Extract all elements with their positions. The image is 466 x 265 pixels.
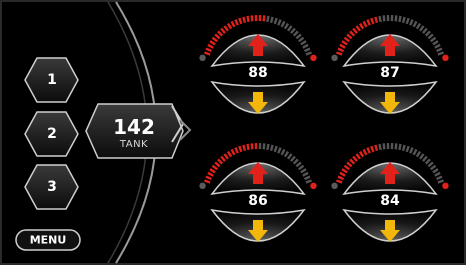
gauge-tick <box>394 15 398 22</box>
status-dot-icon <box>331 54 338 62</box>
status-dot-icon <box>310 182 317 190</box>
gauge-tick <box>266 143 270 151</box>
display-canvas: 1 2 3 142 TANK MENU 88 87 86 84 <box>0 0 466 265</box>
gauge-tick <box>378 15 382 23</box>
preset-button-2[interactable]: 2 <box>24 111 79 157</box>
gauge-tick <box>398 15 402 23</box>
preset-label-3: 3 <box>47 179 57 195</box>
gauge-tick <box>382 15 386 22</box>
preset-label-1: 1 <box>47 72 57 88</box>
tank-value: 142 <box>113 115 155 139</box>
gauge-value-rear-left: 86 <box>248 193 267 209</box>
gauge-tick <box>269 144 274 152</box>
gauge-tick <box>246 143 250 151</box>
gauge-tick <box>401 16 406 24</box>
menu-button[interactable]: MENU <box>15 229 81 251</box>
tank-indicator[interactable]: 142 TANK <box>85 103 184 159</box>
gauge-value-front-left: 88 <box>248 65 267 81</box>
gauge-tick <box>242 144 247 152</box>
status-dot-icon <box>199 54 206 62</box>
gauge-tick <box>262 143 266 150</box>
gauge-tick <box>398 143 402 151</box>
gauge-tick <box>374 144 379 152</box>
gauge-tick <box>394 143 398 150</box>
gauge-value-front-right: 87 <box>380 65 399 81</box>
status-dot-icon <box>199 182 206 190</box>
screen: 1 2 3 142 TANK MENU 88 87 86 84 <box>0 0 466 265</box>
gauge-tick <box>246 15 250 23</box>
gauge-tick <box>266 15 270 23</box>
gauge-tick <box>374 16 379 24</box>
status-dot-icon <box>442 54 449 62</box>
gauge-tick <box>269 16 274 24</box>
gauge-tick <box>378 143 382 151</box>
gauge-tick <box>262 15 266 22</box>
preset-button-3[interactable]: 3 <box>24 164 79 210</box>
preset-label-2: 2 <box>47 126 57 142</box>
status-dot-icon <box>442 182 449 190</box>
gauge-tick <box>250 143 254 150</box>
status-dot-icon <box>310 54 317 62</box>
gauge-tick <box>401 144 406 152</box>
gauge-tick <box>250 15 254 22</box>
gauge-value-rear-right: 84 <box>380 193 400 209</box>
status-dot-icon <box>331 182 338 190</box>
preset-button-1[interactable]: 1 <box>24 57 79 103</box>
gauge-tick <box>382 143 386 150</box>
menu-label: MENU <box>30 234 67 247</box>
tank-label: TANK <box>119 139 148 150</box>
gauge-tick <box>242 16 247 24</box>
